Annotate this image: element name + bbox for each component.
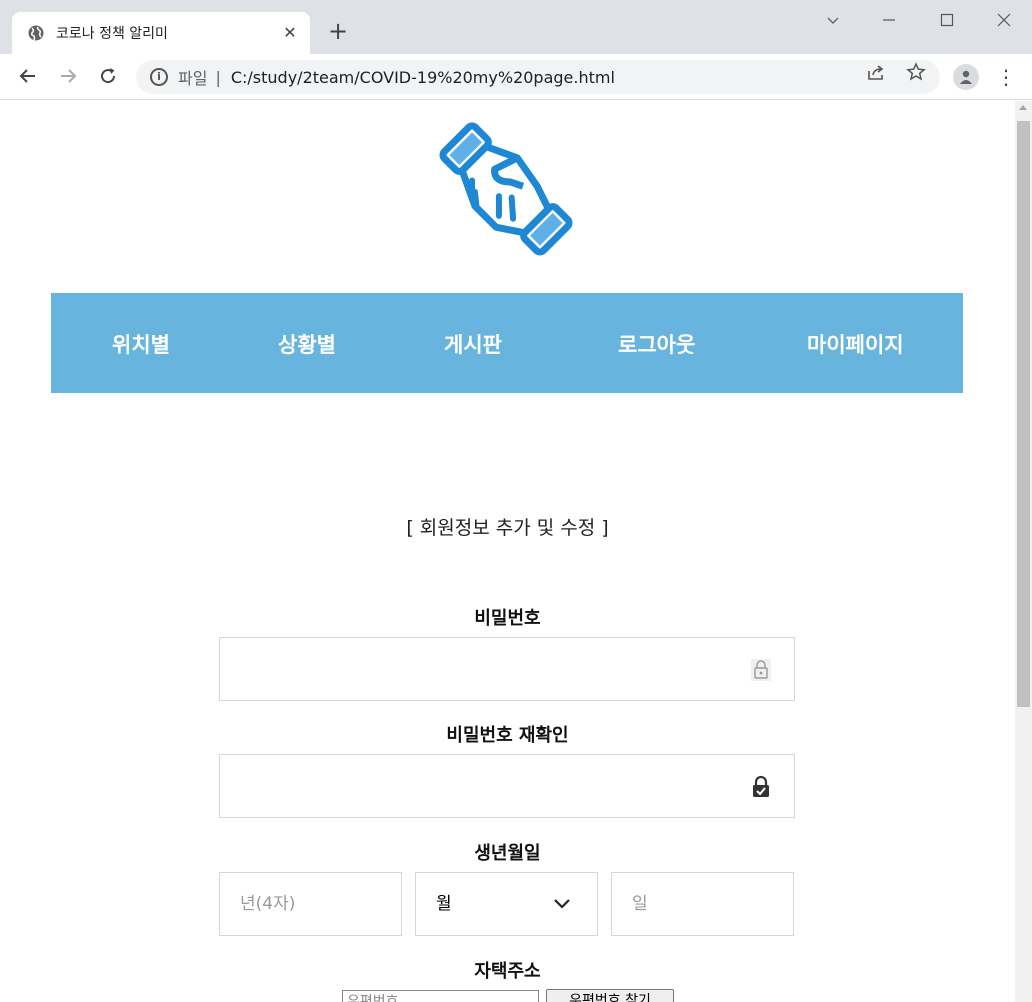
chevron-down-icon: [554, 899, 570, 909]
nav-item-mypage[interactable]: 마이페이지: [807, 293, 904, 393]
birth-day-placeholder: 일: [632, 894, 648, 914]
page-scrollbar[interactable]: [1015, 101, 1032, 1002]
password-label: 비밀번호: [474, 608, 541, 629]
url-text: C:/study/2team/COVID-19%20my%20page.html: [230, 67, 615, 87]
main-nav: 위치별 상황별 게시판 로그아웃 마이페이지: [51, 293, 963, 393]
reload-icon[interactable]: [96, 64, 120, 88]
handshake-logo-icon: [439, 122, 573, 256]
forward-arrow-icon[interactable]: [56, 64, 80, 88]
bookmark-star-icon[interactable]: [906, 62, 926, 82]
profile-avatar-icon[interactable]: [953, 64, 979, 90]
more-menu-icon[interactable]: ⋮: [996, 64, 1016, 90]
birth-month-select[interactable]: 월: [415, 872, 598, 936]
browser-toolbar: i 파일 | C:/study/2team/COVID-19%20my%20pa…: [0, 54, 1032, 100]
browser-tab[interactable]: 코로나 정책 알리미 ✕: [12, 12, 310, 54]
tab-title: 코로나 정책 알리미: [56, 26, 168, 42]
password-confirm-input[interactable]: [219, 754, 795, 818]
scroll-up-icon[interactable]: [1019, 105, 1027, 110]
birth-year-placeholder: 년(4자): [240, 894, 296, 914]
address-bar[interactable]: i 파일 | C:/study/2team/COVID-19%20my%20pa…: [136, 60, 940, 94]
lock-icon: [751, 659, 771, 681]
nav-item-by-location[interactable]: 위치별: [112, 293, 170, 393]
lock-check-icon: [753, 775, 769, 797]
nav-item-by-situation[interactable]: 상황별: [278, 293, 336, 393]
minimize-icon[interactable]: [877, 8, 901, 32]
url-separator: |: [215, 67, 221, 87]
postal-code-input[interactable]: 우편번호: [342, 990, 539, 1002]
maximize-icon[interactable]: [935, 8, 959, 32]
password-input[interactable]: [219, 637, 795, 701]
browser-tab-strip: 코로나 정책 알리미 ✕ +: [0, 0, 1032, 54]
find-postal-code-button[interactable]: 우편번호 찾기: [546, 989, 674, 1002]
globe-icon: [28, 25, 44, 41]
birth-month-value: 월: [436, 894, 452, 914]
page-viewport: 위치별 상황별 게시판 로그아웃 마이페이지 [ 회원정보 추가 및 수정 ] …: [0, 101, 1015, 1002]
url-scheme-label: 파일: [178, 69, 208, 88]
tab-search-icon[interactable]: [821, 8, 845, 32]
form-title: [ 회원정보 추가 및 수정 ]: [406, 517, 609, 539]
nav-item-logout[interactable]: 로그아웃: [618, 293, 695, 393]
birth-day-input[interactable]: 일: [611, 872, 794, 936]
birth-year-input[interactable]: 년(4자): [219, 872, 402, 936]
birth-label: 생년월일: [474, 843, 541, 864]
share-icon[interactable]: [866, 62, 886, 82]
new-tab-button[interactable]: +: [326, 19, 350, 44]
close-window-icon[interactable]: [992, 8, 1016, 32]
back-arrow-icon[interactable]: [16, 64, 40, 88]
password-confirm-label: 비밀번호 재확인: [446, 725, 569, 746]
address-label: 자택주소: [474, 961, 541, 982]
close-tab-icon[interactable]: ✕: [282, 25, 298, 41]
nav-item-board[interactable]: 게시판: [444, 293, 502, 393]
info-icon[interactable]: i: [150, 68, 168, 86]
scrollbar-thumb[interactable]: [1017, 121, 1030, 707]
